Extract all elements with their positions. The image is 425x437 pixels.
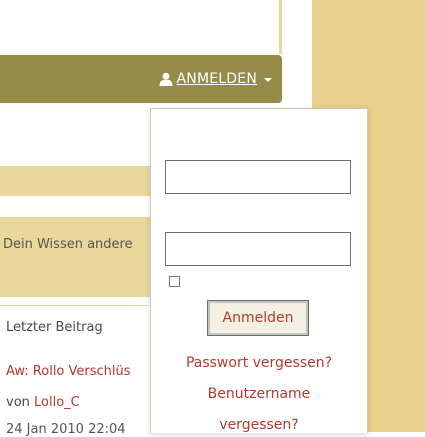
caret-down-icon <box>264 78 272 82</box>
forum-description-text: Dein Wissen andere <box>3 237 133 252</box>
login-dropdown-toggle[interactable]: ANMELDEN <box>159 69 272 89</box>
forgot-username-link-line1[interactable]: Benutzername <box>151 386 367 402</box>
last-post-date: 24 Jan 2010 22:04 <box>6 422 126 437</box>
by-label: von <box>6 395 30 410</box>
forgot-password-link[interactable]: Passwort vergessen? <box>151 355 367 371</box>
login-dropdown-panel: Anmelden Passwort vergessen? Benutzernam… <box>150 108 368 433</box>
user-icon <box>159 72 173 86</box>
last-post-header: Letzter Beitrag <box>6 320 103 335</box>
password-input[interactable] <box>165 232 351 266</box>
forum-category-bar <box>0 166 150 196</box>
remember-me-checkbox[interactable] <box>169 276 180 287</box>
navbar: ANMELDEN <box>0 55 282 103</box>
last-post-author-link[interactable]: Lollo_C <box>34 395 80 410</box>
login-submit-button[interactable]: Anmelden <box>207 300 309 336</box>
last-post-author-line: von Lollo_C <box>6 395 80 410</box>
username-input[interactable] <box>165 160 351 194</box>
login-toggle-label: ANMELDEN <box>176 71 257 87</box>
forum-description-bar: Dein Wissen andere <box>0 217 150 297</box>
top-content-panel <box>0 0 282 54</box>
forgot-username-link-line2[interactable]: vergessen? <box>151 417 367 433</box>
divider <box>0 305 148 306</box>
last-post-title-link[interactable]: Aw: Rollo Verschlüs <box>6 364 131 379</box>
